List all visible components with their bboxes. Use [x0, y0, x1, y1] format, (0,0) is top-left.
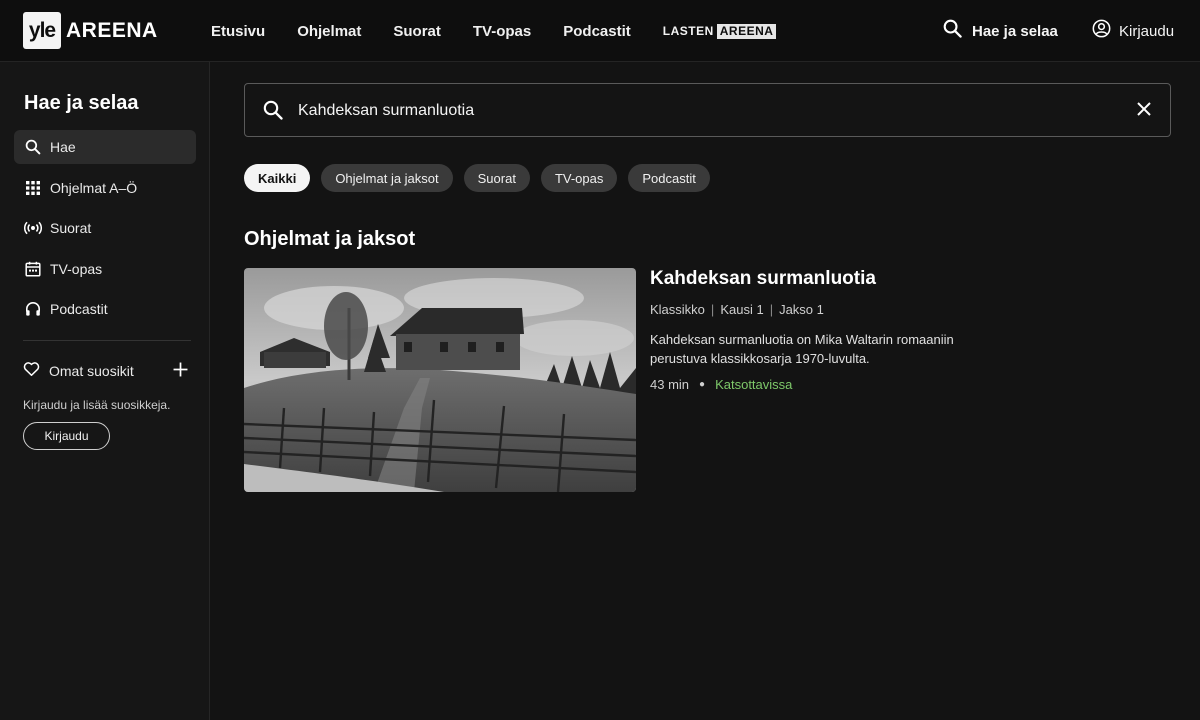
result-season: Kausi 1 — [720, 302, 764, 317]
nav-etusivu[interactable]: Etusivu — [211, 23, 265, 40]
filter-chip-ohjelmat-ja-jaksot[interactable]: Ohjelmat ja jaksot — [321, 164, 453, 192]
sidebar-menu: Hae Ohjelmat A–Ö Suorat TV-opas Podcasti… — [14, 130, 196, 333]
sidebar-item-label: Podcastit — [50, 301, 108, 317]
nav-tv-opas[interactable]: TV-opas — [473, 23, 531, 40]
yle-logo-mark: yle — [23, 12, 61, 49]
search-icon — [943, 19, 962, 43]
areena-wordmark: AREENA — [66, 18, 158, 42]
result-title[interactable]: Kahdeksan surmanluotia — [650, 268, 876, 290]
main-nav: Etusivu Ohjelmat Suorat TV-opas Podcasti… — [211, 0, 777, 62]
nav-ohjelmat[interactable]: Ohjelmat — [297, 23, 361, 40]
meta-separator: | — [710, 302, 715, 317]
lasten-label: LASTEN — [662, 24, 714, 38]
top-search-label: Hae ja selaa — [972, 22, 1058, 40]
sidebar-item-label: Ohjelmat A–Ö — [50, 179, 138, 196]
headphones-icon — [24, 300, 42, 318]
calendar-icon — [24, 260, 42, 278]
meta-separator: | — [769, 302, 774, 317]
sidebar-item-hae[interactable]: Hae — [14, 130, 196, 164]
sidebar: Hae ja selaa Hae Ohjelmat A–Ö Suorat TV-… — [0, 62, 210, 720]
grid-icon — [24, 179, 42, 197]
info-separator-dot: ● — [699, 379, 706, 390]
top-search-link[interactable]: Hae ja selaa — [943, 0, 1058, 62]
result-thumbnail[interactable] — [244, 268, 636, 492]
top-login-label: Kirjaudu — [1119, 22, 1175, 40]
sidebar-item-label: TV-opas — [50, 260, 103, 277]
sidebar-item-label: Suorat — [50, 220, 92, 236]
availability-status: Katsottavissa — [715, 377, 793, 392]
result-category: Klassikko — [650, 302, 705, 317]
sidebar-divider — [23, 340, 191, 341]
sidebar-login-button[interactable]: Kirjaudu — [23, 422, 110, 450]
sidebar-item-ohjelmat[interactable]: Ohjelmat A–Ö — [14, 171, 196, 205]
yle-areena-logo[interactable]: yle AREENA — [23, 12, 158, 49]
nav-podcastit[interactable]: Podcastit — [563, 23, 631, 40]
filter-chips: Kaikki Ohjelmat ja jaksot Suorat TV-opas… — [244, 164, 721, 192]
top-login-link[interactable]: Kirjaudu — [1092, 0, 1174, 62]
lasten-areena-label: AREENA — [716, 23, 777, 39]
result-episode: Jakso 1 — [779, 302, 824, 317]
favorites-hint: Kirjaudu ja lisää suosikkeja. — [23, 398, 171, 412]
top-navigation: yle AREENA Etusivu Ohjelmat Suorat TV-op… — [0, 0, 1200, 62]
favorites-row: Omat suosikit — [23, 360, 188, 382]
filter-chip-suorat[interactable]: Suorat — [463, 164, 530, 192]
result-meta: Klassikko | Kausi 1 | Jakso 1 — [650, 302, 824, 317]
nav-suorat[interactable]: Suorat — [393, 23, 441, 40]
result-duration: 43 min — [650, 377, 690, 392]
sidebar-title: Hae ja selaa — [24, 92, 139, 114]
broadcast-icon — [24, 219, 42, 237]
nav-lasten-areena[interactable]: LASTEN AREENA — [662, 23, 777, 39]
heart-icon — [23, 361, 40, 382]
clear-search-button[interactable] — [1136, 101, 1152, 122]
favorites-label: Omat suosikit — [49, 363, 134, 379]
sidebar-item-label: Hae — [50, 139, 76, 155]
close-icon — [1137, 102, 1151, 116]
sidebar-item-podcastit[interactable]: Podcastit — [14, 292, 196, 326]
filter-chip-tv-opas[interactable]: TV-opas — [540, 164, 618, 192]
section-title: Ohjelmat ja jaksot — [244, 228, 416, 250]
filter-chip-podcastit[interactable]: Podcastit — [628, 164, 710, 192]
search-box — [244, 83, 1171, 137]
search-icon — [263, 100, 283, 125]
sidebar-item-tv-opas[interactable]: TV-opas — [14, 252, 196, 286]
user-icon — [1092, 19, 1111, 43]
result-info: 43 min ● Katsottavissa — [650, 377, 792, 392]
result-description: Kahdeksan surmanluotia on Mika Waltarin … — [650, 332, 954, 366]
add-favorite-button[interactable] — [173, 362, 188, 382]
farmhouse-image — [244, 268, 636, 492]
sidebar-item-suorat[interactable]: Suorat — [14, 211, 196, 245]
search-input[interactable] — [298, 96, 1098, 126]
filter-chip-kaikki[interactable]: Kaikki — [244, 164, 311, 192]
search-icon — [24, 138, 42, 156]
